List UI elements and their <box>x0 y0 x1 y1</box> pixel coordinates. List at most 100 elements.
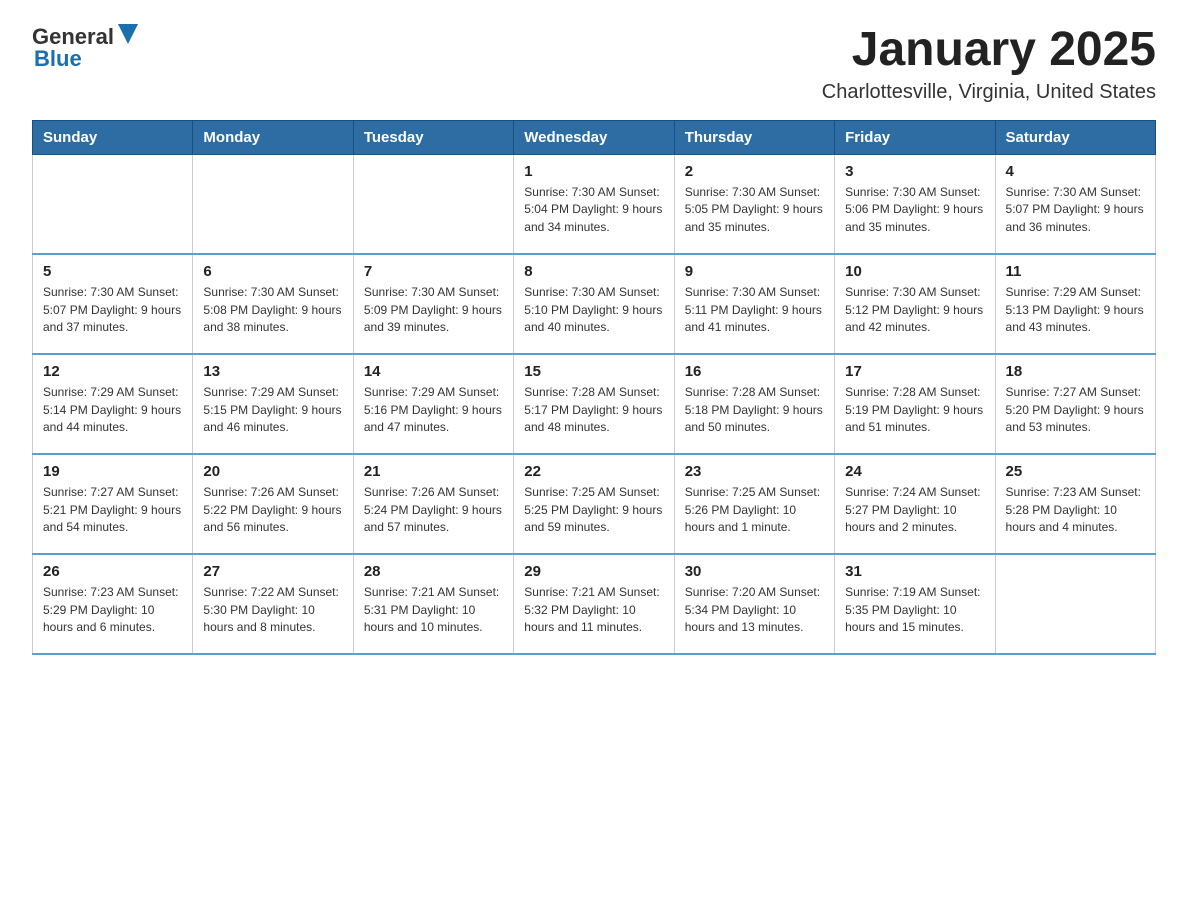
day-info: Sunrise: 7:22 AM Sunset: 5:30 PM Dayligh… <box>203 584 342 636</box>
day-number: 6 <box>203 263 342 280</box>
day-info: Sunrise: 7:23 AM Sunset: 5:29 PM Dayligh… <box>43 584 182 636</box>
day-number: 26 <box>43 563 182 580</box>
day-info: Sunrise: 7:30 AM Sunset: 5:12 PM Dayligh… <box>845 284 984 336</box>
calendar-week-3: 12 Sunrise: 7:29 AM Sunset: 5:14 PM Dayli… <box>33 354 1156 454</box>
page-header: General Blue January 2025 Charlottesvill… <box>32 24 1156 104</box>
calendar-week-4: 19 Sunrise: 7:27 AM Sunset: 5:21 PM Dayli… <box>33 454 1156 554</box>
calendar-cell: 29Sunrise: 7:21 AM Sunset: 5:32 PM Dayli… <box>514 554 674 654</box>
day-number: 11 <box>1006 263 1145 280</box>
day-info: Sunrise: 7:28 AM Sunset: 5:18 PM Dayligh… <box>685 384 824 436</box>
day-info: Sunrise: 7:26 AM Sunset: 5:22 PM Dayligh… <box>203 484 342 536</box>
calendar-cell: 21 Sunrise: 7:26 AM Sunset: 5:24 PM Dayli… <box>353 454 513 554</box>
day-info: Sunrise: 7:29 AM Sunset: 5:14 PM Dayligh… <box>43 384 182 436</box>
calendar-cell: 6 Sunrise: 7:30 AM Sunset: 5:08 PM Daylig… <box>193 254 353 354</box>
calendar-table: SundayMondayTuesdayWednesdayThursdayFrid… <box>32 120 1156 656</box>
day-number: 19 <box>43 463 182 480</box>
calendar-cell: 1 Sunrise: 7:30 AM Sunset: 5:04 PM Daylig… <box>514 154 674 254</box>
day-info: Sunrise: 7:30 AM Sunset: 5:05 PM Dayligh… <box>685 184 824 236</box>
day-number: 24 <box>845 463 984 480</box>
day-number: 15 <box>524 363 663 380</box>
calendar-cell: 15Sunrise: 7:28 AM Sunset: 5:17 PM Dayli… <box>514 354 674 454</box>
day-info: Sunrise: 7:25 AM Sunset: 5:25 PM Dayligh… <box>524 484 663 536</box>
calendar-week-1: 1 Sunrise: 7:30 AM Sunset: 5:04 PM Daylig… <box>33 154 1156 254</box>
day-number: 10 <box>845 263 984 280</box>
day-info: Sunrise: 7:29 AM Sunset: 5:16 PM Dayligh… <box>364 384 503 436</box>
logo-triangle-icon <box>118 24 138 44</box>
calendar-cell: 8 Sunrise: 7:30 AM Sunset: 5:10 PM Daylig… <box>514 254 674 354</box>
title-section: January 2025 Charlottesville, Virginia, … <box>822 24 1156 104</box>
calendar-cell: 9 Sunrise: 7:30 AM Sunset: 5:11 PM Daylig… <box>674 254 834 354</box>
location-text: Charlottesville, Virginia, United States <box>822 81 1156 104</box>
day-info: Sunrise: 7:28 AM Sunset: 5:19 PM Dayligh… <box>845 384 984 436</box>
calendar-cell: 24 Sunrise: 7:24 AM Sunset: 5:27 PM Dayli… <box>835 454 995 554</box>
calendar-cell <box>353 154 513 254</box>
calendar-cell: 3 Sunrise: 7:30 AM Sunset: 5:06 PM Daylig… <box>835 154 995 254</box>
calendar-cell: 18Sunrise: 7:27 AM Sunset: 5:20 PM Dayli… <box>995 354 1155 454</box>
day-info: Sunrise: 7:27 AM Sunset: 5:21 PM Dayligh… <box>43 484 182 536</box>
day-info: Sunrise: 7:21 AM Sunset: 5:31 PM Dayligh… <box>364 584 503 636</box>
day-number: 25 <box>1006 463 1145 480</box>
calendar-cell: 19 Sunrise: 7:27 AM Sunset: 5:21 PM Dayli… <box>33 454 193 554</box>
day-number: 21 <box>364 463 503 480</box>
day-info: Sunrise: 7:30 AM Sunset: 5:08 PM Dayligh… <box>203 284 342 336</box>
calendar-cell: 5Sunrise: 7:30 AM Sunset: 5:07 PM Daylig… <box>33 254 193 354</box>
calendar-cell: 4 Sunrise: 7:30 AM Sunset: 5:07 PM Daylig… <box>995 154 1155 254</box>
day-number: 16 <box>685 363 824 380</box>
calendar-cell: 16 Sunrise: 7:28 AM Sunset: 5:18 PM Dayli… <box>674 354 834 454</box>
column-header-wednesday: Wednesday <box>514 120 674 154</box>
calendar-cell: 22 Sunrise: 7:25 AM Sunset: 5:25 PM Dayli… <box>514 454 674 554</box>
day-info: Sunrise: 7:30 AM Sunset: 5:07 PM Dayligh… <box>43 284 182 336</box>
day-info: Sunrise: 7:30 AM Sunset: 5:04 PM Dayligh… <box>524 184 663 236</box>
calendar-week-5: 26 Sunrise: 7:23 AM Sunset: 5:29 PM Dayli… <box>33 554 1156 654</box>
column-header-friday: Friday <box>835 120 995 154</box>
day-number: 13 <box>203 363 342 380</box>
day-info: Sunrise: 7:26 AM Sunset: 5:24 PM Dayligh… <box>364 484 503 536</box>
day-number: 31 <box>845 563 984 580</box>
calendar-cell: 23 Sunrise: 7:25 AM Sunset: 5:26 PM Dayli… <box>674 454 834 554</box>
calendar-cell: 2 Sunrise: 7:30 AM Sunset: 5:05 PM Daylig… <box>674 154 834 254</box>
calendar-cell: 27Sunrise: 7:22 AM Sunset: 5:30 PM Dayli… <box>193 554 353 654</box>
day-info: Sunrise: 7:30 AM Sunset: 5:06 PM Dayligh… <box>845 184 984 236</box>
day-info: Sunrise: 7:29 AM Sunset: 5:13 PM Dayligh… <box>1006 284 1145 336</box>
day-number: 1 <box>524 163 663 180</box>
day-info: Sunrise: 7:30 AM Sunset: 5:11 PM Dayligh… <box>685 284 824 336</box>
day-number: 9 <box>685 263 824 280</box>
day-number: 23 <box>685 463 824 480</box>
day-number: 14 <box>364 363 503 380</box>
calendar-cell: 31 Sunrise: 7:19 AM Sunset: 5:35 PM Dayli… <box>835 554 995 654</box>
day-number: 4 <box>1006 163 1145 180</box>
calendar-cell <box>193 154 353 254</box>
day-info: Sunrise: 7:24 AM Sunset: 5:27 PM Dayligh… <box>845 484 984 536</box>
day-info: Sunrise: 7:19 AM Sunset: 5:35 PM Dayligh… <box>845 584 984 636</box>
calendar-header-row: SundayMondayTuesdayWednesdayThursdayFrid… <box>33 120 1156 154</box>
day-info: Sunrise: 7:23 AM Sunset: 5:28 PM Dayligh… <box>1006 484 1145 536</box>
calendar-cell <box>33 154 193 254</box>
day-number: 3 <box>845 163 984 180</box>
day-info: Sunrise: 7:30 AM Sunset: 5:07 PM Dayligh… <box>1006 184 1145 236</box>
day-number: 7 <box>364 263 503 280</box>
month-title: January 2025 <box>822 24 1156 77</box>
calendar-cell: 12 Sunrise: 7:29 AM Sunset: 5:14 PM Dayli… <box>33 354 193 454</box>
calendar-cell: 26 Sunrise: 7:23 AM Sunset: 5:29 PM Dayli… <box>33 554 193 654</box>
day-number: 22 <box>524 463 663 480</box>
calendar-cell: 17Sunrise: 7:28 AM Sunset: 5:19 PM Dayli… <box>835 354 995 454</box>
day-info: Sunrise: 7:30 AM Sunset: 5:09 PM Dayligh… <box>364 284 503 336</box>
logo: General Blue <box>32 24 138 72</box>
day-info: Sunrise: 7:29 AM Sunset: 5:15 PM Dayligh… <box>203 384 342 436</box>
day-info: Sunrise: 7:25 AM Sunset: 5:26 PM Dayligh… <box>685 484 824 536</box>
day-number: 18 <box>1006 363 1145 380</box>
column-header-thursday: Thursday <box>674 120 834 154</box>
calendar-cell: 14 Sunrise: 7:29 AM Sunset: 5:16 PM Dayli… <box>353 354 513 454</box>
day-number: 2 <box>685 163 824 180</box>
day-number: 8 <box>524 263 663 280</box>
column-header-saturday: Saturday <box>995 120 1155 154</box>
logo-blue-text: Blue <box>34 46 82 72</box>
day-info: Sunrise: 7:20 AM Sunset: 5:34 PM Dayligh… <box>685 584 824 636</box>
calendar-cell: 11 Sunrise: 7:29 AM Sunset: 5:13 PM Dayli… <box>995 254 1155 354</box>
day-number: 12 <box>43 363 182 380</box>
calendar-cell: 7 Sunrise: 7:30 AM Sunset: 5:09 PM Daylig… <box>353 254 513 354</box>
column-header-tuesday: Tuesday <box>353 120 513 154</box>
calendar-cell: 20Sunrise: 7:26 AM Sunset: 5:22 PM Dayli… <box>193 454 353 554</box>
day-info: Sunrise: 7:30 AM Sunset: 5:10 PM Dayligh… <box>524 284 663 336</box>
calendar-cell: 13 Sunrise: 7:29 AM Sunset: 5:15 PM Dayli… <box>193 354 353 454</box>
